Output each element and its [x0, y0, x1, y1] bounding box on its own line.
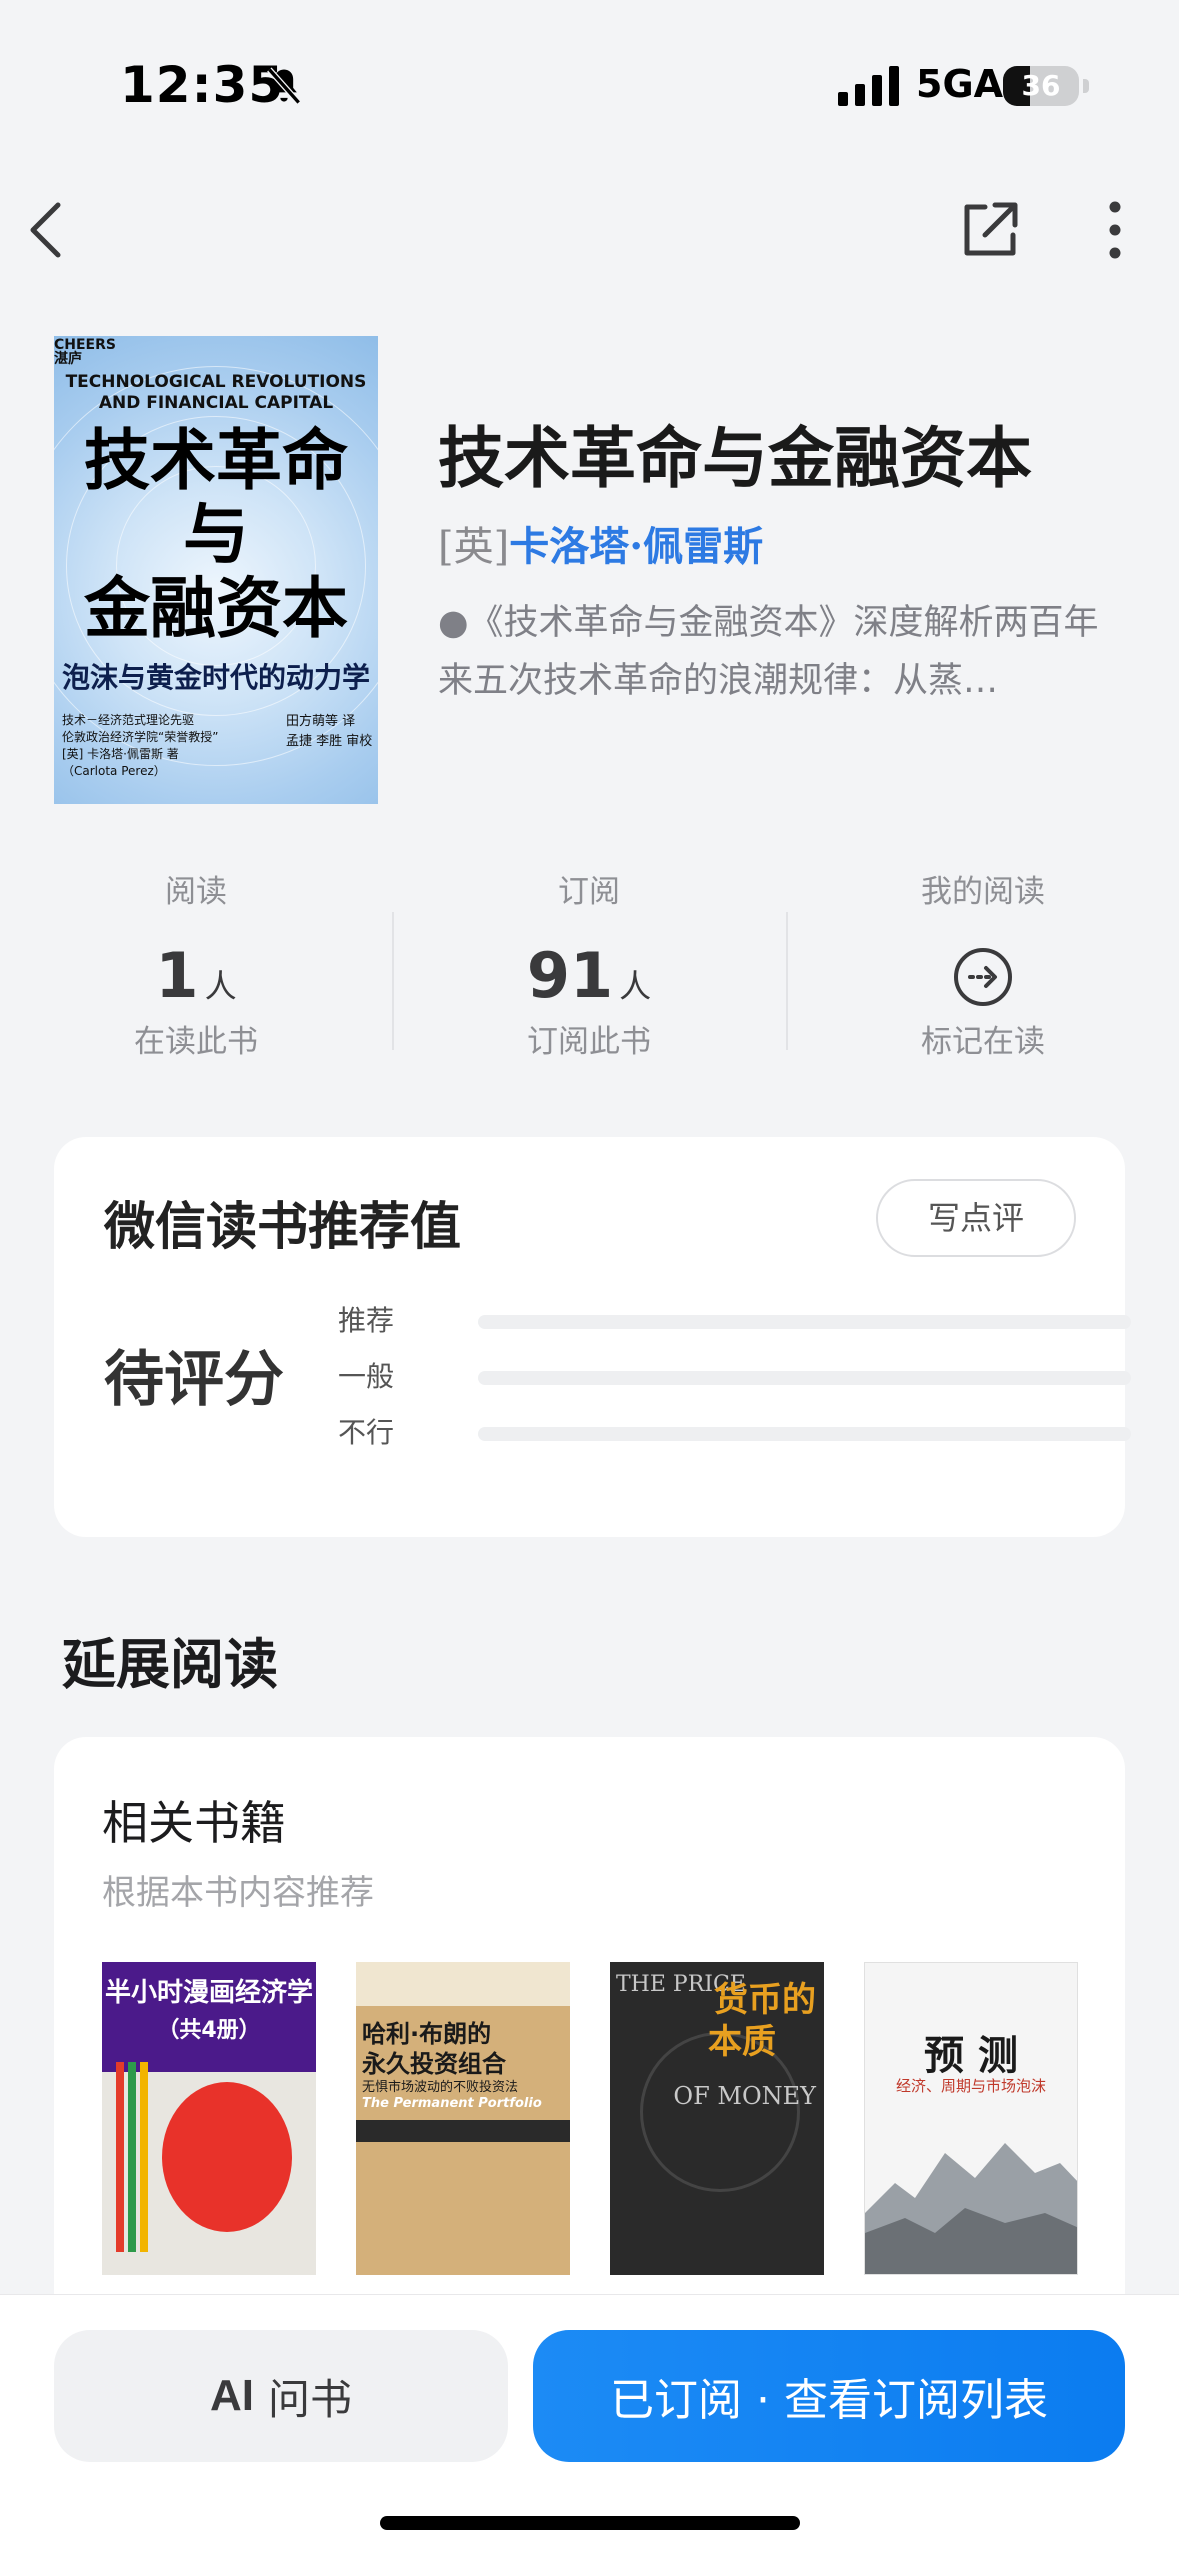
signal-icon	[838, 66, 899, 106]
section-title: 延展阅读	[62, 1633, 278, 1696]
ask-book-button[interactable]: AI 问书	[54, 2330, 508, 2462]
ask-book-label: 问书	[267, 2374, 352, 2424]
mountain-graphic	[865, 2143, 1077, 2274]
author-name[interactable]: 卡洛塔·佩雷斯	[509, 523, 763, 570]
cover-english-title: TECHNOLOGICAL REVOLUTIONS AND FINANCIAL …	[65, 372, 367, 413]
subscribe-label: 已订阅 · 查看订阅列表	[610, 2375, 1048, 2426]
related-book-cover[interactable]: 预 测 经济、周期与市场泡沫	[864, 1962, 1078, 2275]
stat-reading[interactable]: 阅读 1人 在读此书	[0, 872, 392, 1062]
write-review-button[interactable]: 写点评	[876, 1179, 1076, 1257]
rating-title: 微信读书推荐值	[104, 1198, 462, 1257]
related-book-title: 半小时漫画经济学	[104, 1978, 313, 2008]
related-books-subtitle: 根据本书内容推荐	[102, 1873, 374, 1913]
related-book-title-line2: 本质	[708, 2022, 776, 2062]
related-book-subtitle: 经济、周期与市场泡沫	[895, 2077, 1046, 2095]
rating-card: 微信读书推荐值 写点评 待评分 推荐 一般 不行	[54, 1137, 1131, 1537]
stat-reading-caption: 在读此书	[134, 1024, 258, 1060]
ai-icon: AI	[209, 2371, 254, 2420]
more-icon[interactable]	[1080, 195, 1150, 265]
stat-subscribe-label: 订阅	[558, 874, 620, 910]
cover-translators: 田方萌等 译 孟捷 李胜 审校	[286, 714, 373, 749]
network-label: 5GA	[916, 62, 1004, 106]
related-book-title-line2: 永久投资组合	[362, 2050, 506, 2078]
battery-icon: 36	[1003, 66, 1079, 106]
cover-publisher: CHEERS 湛庐	[54, 337, 116, 367]
stat-my-reading[interactable]: 我的阅读 标记在读	[787, 872, 1179, 1062]
stat-subscribe-value: 91 人	[526, 939, 652, 1012]
home-indicator	[380, 2516, 800, 2530]
rating-row-label: 不行	[338, 1416, 395, 1449]
cover-subtitle: 泡沫与黄金时代的动力学	[61, 661, 370, 694]
arrow-right-circle-icon[interactable]	[952, 946, 1014, 1008]
cover-meta: 技术－经济范式理论先驱 伦敦政治经济学院“荣誉教授” [英] 卡洛塔·佩雷斯 著…	[62, 713, 219, 778]
rating-row: 推荐	[338, 1301, 1131, 1341]
status-time: 12:35	[120, 56, 285, 114]
stat-my-reading-caption: 标记在读	[921, 1024, 1045, 1060]
book-title: 技术革命与金融资本	[438, 419, 1032, 497]
stat-subscribe-caption: 订阅此书	[527, 1024, 651, 1060]
status-bar: 12:35 5GA 36	[0, 0, 1179, 175]
related-book-cover[interactable]: 哈利·布朗的 永久投资组合 无惧市场波动的不败投资法 The Permanent…	[356, 1962, 570, 2275]
related-book-english-subtitle: OF MONEY	[673, 2082, 816, 2110]
battery-level: 36	[1021, 69, 1061, 102]
bell-slash-icon	[267, 67, 301, 105]
rating-row: 不行	[338, 1413, 1131, 1453]
rating-row-label: 推荐	[338, 1304, 395, 1337]
related-book-cover[interactable]: THE PRICE 货币的 本质 OF MONEY	[610, 1962, 824, 2275]
stat-reading-value: 1人	[155, 939, 237, 1012]
subscribed-view-list-button[interactable]: 已订阅 · 查看订阅列表	[533, 2330, 1125, 2462]
related-book-subtitle: （共4册）	[157, 2018, 261, 2043]
back-icon[interactable]	[18, 195, 88, 265]
related-book-subtitle: 无惧市场波动的不败投资法	[362, 2080, 519, 2095]
stat-reading-label: 阅读	[165, 874, 227, 910]
book-author[interactable]: [英]卡洛塔·佩雷斯	[438, 514, 763, 572]
rating-row-label: 一般	[338, 1360, 395, 1393]
rating-bar	[478, 1371, 1131, 1385]
author-nationality: [英]	[438, 524, 510, 570]
stat-subscribe[interactable]: 订阅 91 人 订阅此书	[393, 872, 785, 1062]
rating-bar	[478, 1427, 1131, 1441]
related-book-cover[interactable]: 半小时漫画经济学 （共4册）	[102, 1962, 316, 2275]
book-cover[interactable]: CHEERS 湛庐 TECHNOLOGICAL REVOLUTIONS AND …	[54, 336, 378, 804]
related-book-english-title: The Permanent Portfolio	[362, 2096, 542, 2111]
stat-my-reading-label: 我的阅读	[921, 874, 1045, 910]
rating-row: 一般	[338, 1357, 1131, 1397]
share-icon[interactable]	[955, 195, 1025, 265]
rating-bar	[478, 1315, 1131, 1329]
cover-title: 技术革命 与 金融资本	[84, 422, 348, 647]
book-description[interactable]: ●《技术革命与金融资本》深度解析两百年来五次技术革命的浪潮规律：从蒸…	[438, 594, 1118, 710]
related-book-title: 预 测	[924, 2033, 1018, 2079]
rating-status: 待评分	[104, 1345, 284, 1415]
related-books-title[interactable]: 相关书籍	[102, 1787, 286, 1853]
